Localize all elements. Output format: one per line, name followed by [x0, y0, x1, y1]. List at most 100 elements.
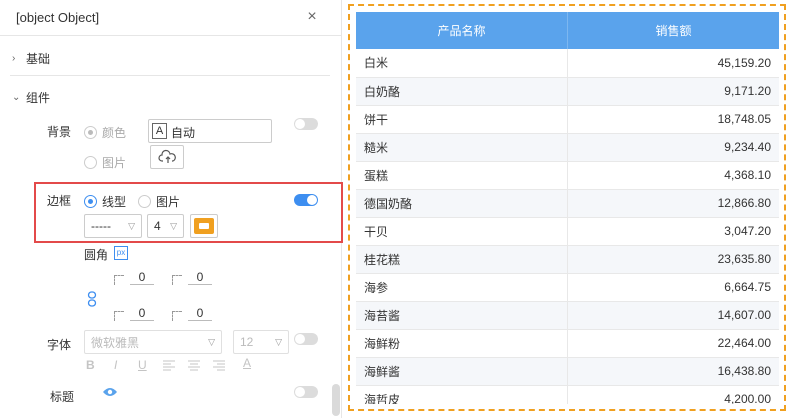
border-label: 边框 [47, 194, 72, 208]
radio-dot [84, 195, 97, 208]
font-color-button[interactable]: A [243, 356, 251, 370]
corner-bottom-left-icon [114, 311, 124, 321]
table-row[interactable]: 干贝 3,047.20 [356, 217, 779, 246]
table-body: 白米 45,159.20 白奶酪 9,171.20 饼干 18,748.05 糙米 9,234… [356, 49, 779, 404]
border-style-value: ----- [91, 219, 111, 233]
eye-icon[interactable] [102, 386, 118, 398]
corner-bottom-right-icon [172, 311, 182, 321]
sales-value-cell: 45,159.20 [567, 49, 779, 78]
sales-value-cell: 6,664.75 [567, 273, 779, 302]
table-row[interactable]: 海鲜粉 22,464.00 [356, 329, 779, 358]
background-color-value: 自动 [171, 126, 196, 140]
font-toggle[interactable] [294, 333, 318, 345]
divider [10, 75, 330, 76]
underline-button[interactable]: U [138, 358, 147, 372]
table-row[interactable]: 海参 6,664.75 [356, 273, 779, 302]
bold-button[interactable]: B [86, 358, 95, 372]
table-row[interactable]: 桂花糕 23,635.80 [356, 245, 779, 274]
chevron-down-icon: ▽ [208, 336, 215, 347]
align-left-icon[interactable] [163, 360, 175, 371]
product-name-cell: 海哲皮 [356, 385, 568, 404]
border-highlight-frame [34, 182, 343, 243]
border-color-picker[interactable] [190, 214, 218, 238]
border-toggle[interactable] [294, 194, 318, 206]
radius-top-right-value: 0 [188, 270, 212, 285]
section-basic[interactable]: › 基础 [12, 50, 50, 67]
sales-value-cell: 22,464.00 [567, 329, 779, 358]
font-size-select[interactable]: 12 ▽ [233, 330, 289, 354]
font-family-select[interactable]: 微软雅黑 ▽ [84, 330, 222, 354]
font-family-value: 微软雅黑 [91, 335, 140, 350]
title-toggle[interactable] [294, 386, 318, 398]
upload-button[interactable] [150, 145, 184, 169]
section-component[interactable]: ⌄ 组件 [12, 89, 50, 106]
radius-bottom-left-value: 0 [130, 306, 154, 321]
product-name-cell: 白奶酪 [356, 77, 568, 106]
radius-bottom-left[interactable]: 0 [114, 306, 154, 321]
table-row[interactable]: 海鲜酱 16,438.80 [356, 357, 779, 386]
align-right-icon[interactable] [213, 360, 225, 371]
table-row[interactable]: 德国奶酪 12,866.80 [356, 189, 779, 218]
chevron-down-icon: ▽ [128, 220, 135, 231]
column-header-sales[interactable]: 销售额 [567, 12, 779, 49]
radio-dot [84, 126, 97, 139]
product-name-cell: 海鲜酱 [356, 357, 568, 386]
table-component-frame[interactable]: 产品名称 销售额 白米 45,159.20 白奶酪 9,171.20 饼干 18,748.… [348, 4, 786, 411]
background-color-label: 颜色 [102, 126, 127, 140]
px-unit-icon[interactable]: px [114, 246, 128, 260]
table-header-row: 产品名称 销售额 [356, 12, 779, 49]
italic-button[interactable]: I [114, 358, 117, 372]
border-style-select[interactable]: ----- ▽ [84, 214, 142, 238]
table-row[interactable]: 糙米 9,234.40 [356, 133, 779, 162]
border-width-select[interactable]: 4 ▽ [147, 214, 184, 238]
product-name-cell: 海苔酱 [356, 301, 568, 330]
font-color-a-icon: A [152, 123, 167, 139]
radius-top-right[interactable]: 0 [172, 270, 212, 285]
section-basic-label: 基础 [26, 52, 51, 66]
sales-value-cell: 9,234.40 [567, 133, 779, 162]
radio-dot [84, 156, 97, 169]
radius-top-left[interactable]: 0 [114, 270, 154, 285]
table-row[interactable]: 饼干 18,748.05 [356, 105, 779, 134]
background-color-radio[interactable]: 颜色 [84, 124, 126, 141]
chevron-down-icon: ⌄ [12, 92, 21, 103]
sales-value-cell: 18,748.05 [567, 105, 779, 134]
radius-bottom-right[interactable]: 0 [172, 306, 212, 321]
chevron-right-icon: › [12, 53, 16, 64]
border-width-value: 4 [154, 219, 161, 233]
background-image-radio[interactable]: 图片 [84, 154, 126, 171]
table-row[interactable]: 白米 45,159.20 [356, 49, 779, 78]
sales-value-cell: 3,047.20 [567, 217, 779, 246]
border-image-label: 图片 [156, 195, 181, 209]
sales-value-cell: 9,171.20 [567, 77, 779, 106]
panel-scrollbar[interactable] [332, 384, 340, 416]
column-header-product[interactable]: 产品名称 [356, 12, 568, 49]
swatch-inner [199, 223, 209, 229]
table-row[interactable]: 海苔酱 14,607.00 [356, 301, 779, 330]
border-image-radio[interactable]: 图片 [138, 193, 180, 210]
border-line-radio[interactable]: 线型 [84, 193, 126, 210]
sales-value-cell: 4,368.10 [567, 161, 779, 190]
panel-header: [object Object] × [0, 0, 342, 36]
table-row[interactable]: 海哲皮 4,200.00 [356, 385, 779, 404]
product-name-cell: 德国奶酪 [356, 189, 568, 218]
radio-dot [138, 195, 151, 208]
chevron-down-icon: ▽ [170, 220, 177, 231]
title-label: 标题 [50, 390, 75, 404]
link-icon[interactable] [87, 291, 97, 307]
corner-top-left-icon [114, 275, 124, 285]
background-color-picker[interactable]: A 自动 [148, 119, 272, 143]
background-label: 背景 [47, 125, 72, 139]
toggle-knob [295, 119, 305, 129]
background-toggle[interactable] [294, 118, 318, 130]
upload-cloud-icon [158, 149, 176, 163]
font-size-value: 12 [240, 335, 254, 349]
table-row[interactable]: 白奶酪 9,171.20 [356, 77, 779, 106]
close-icon[interactable]: × [302, 8, 322, 28]
align-center-icon[interactable] [188, 360, 200, 371]
product-name-cell: 海鲜粉 [356, 329, 568, 358]
table-row[interactable]: 蛋糕 4,368.10 [356, 161, 779, 190]
toggle-knob [307, 195, 317, 205]
sales-value-cell: 23,635.80 [567, 245, 779, 274]
table-viewport: 产品名称 销售额 白米 45,159.20 白奶酪 9,171.20 饼干 18,748.… [356, 12, 779, 404]
